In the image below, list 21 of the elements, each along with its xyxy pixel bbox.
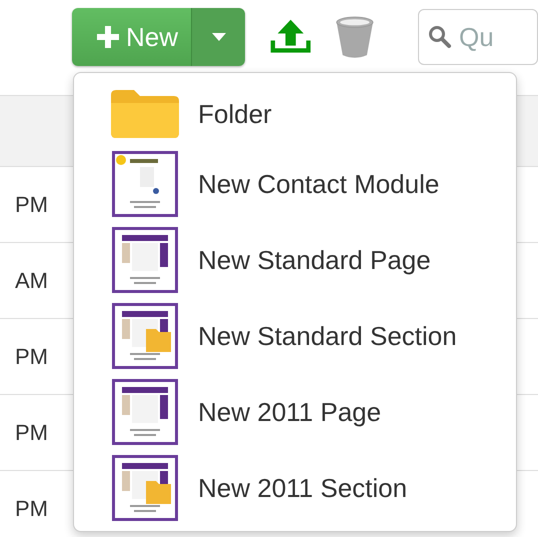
menu-item[interactable]: New Standard Section: [74, 298, 516, 374]
menu-item[interactable]: Folder: [74, 82, 516, 146]
menu-item[interactable]: New 2011 Page: [74, 374, 516, 450]
dropdown-toggle-button[interactable]: [192, 8, 246, 66]
table-cell: PM: [15, 420, 48, 446]
menu-item[interactable]: New Contact Module: [74, 146, 516, 222]
table-cell: PM: [15, 344, 48, 370]
caret-icon: [212, 33, 226, 41]
table-cell: PM: [15, 192, 48, 218]
table-cell: PM: [15, 496, 48, 522]
page-thumbnail: [112, 379, 178, 445]
section-thumbnail: [112, 303, 178, 369]
table-cell: AM: [15, 268, 48, 294]
page-thumbnail: [112, 227, 178, 293]
folder-icon: [110, 89, 180, 139]
menu-item[interactable]: New Standard Page: [74, 222, 516, 298]
plus-icon: [96, 25, 120, 49]
menu-item[interactable]: New 2011 Section: [74, 450, 516, 526]
search-field[interactable]: Qu: [418, 9, 538, 65]
section-thumbnail: [112, 455, 178, 521]
module-thumbnail: [112, 151, 178, 217]
